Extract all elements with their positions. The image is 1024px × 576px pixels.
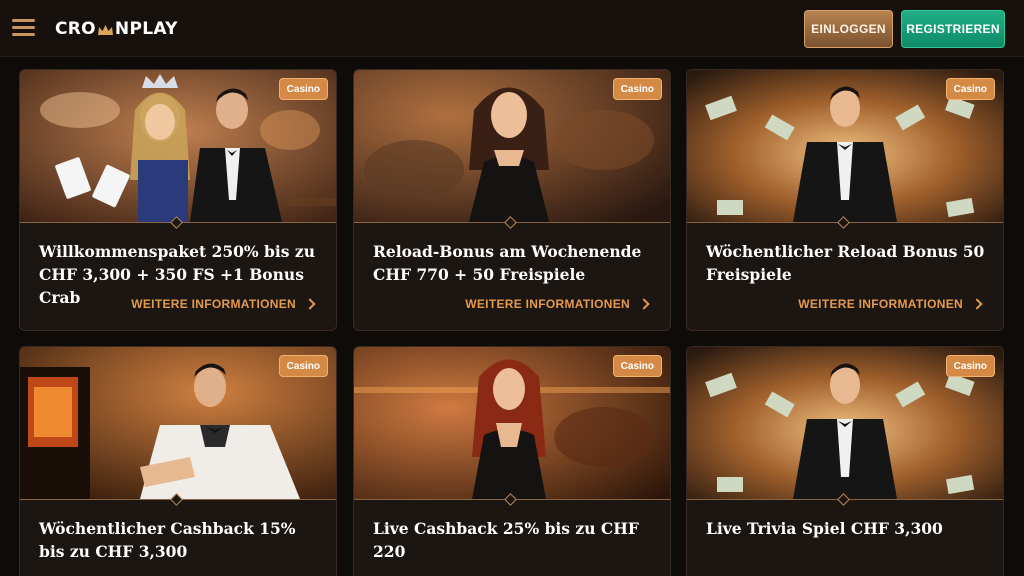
- more-info-link[interactable]: WEITERE INFORMATIONEN: [465, 296, 650, 312]
- promo-card-weekend-reload[interactable]: Casino Reload-Bonus am Wochenende CHF 77…: [353, 69, 671, 331]
- category-badge: Casino: [612, 78, 662, 100]
- promo-card-welcome[interactable]: Casino Willkommenspaket 250% bis zu CHF …: [19, 69, 337, 331]
- more-info-link[interactable]: WEITERE INFORMATIONEN: [131, 296, 316, 312]
- promo-card-weekly-reload[interactable]: Casino Wöchentlicher Reload Bonus 50 Fre…: [686, 69, 1004, 331]
- category-badge: Casino: [945, 355, 995, 377]
- promo-card-live-trivia[interactable]: Casino Live Trivia Spiel CHF 3,300: [686, 346, 1004, 576]
- logo-text-pre: CRO: [55, 19, 96, 39]
- logo-text-post: NPLAY: [114, 19, 178, 39]
- crownplay-logo[interactable]: CRO NPLAY: [55, 17, 178, 41]
- chevron-right-icon: [971, 298, 983, 310]
- category-badge: Casino: [278, 78, 328, 100]
- login-button[interactable]: EINLOGGEN: [804, 10, 893, 48]
- top-header: CRO NPLAY EINLOGGEN REGISTRIEREN: [0, 0, 1024, 57]
- promo-card-live-cashback[interactable]: Casino Live Cashback 25% bis zu CHF 220: [353, 346, 671, 576]
- promo-title: Wöchentlicher Reload Bonus 50 Freispiele: [706, 242, 985, 284]
- register-button[interactable]: REGISTRIEREN: [901, 10, 1005, 48]
- category-badge: Casino: [945, 78, 995, 100]
- chevron-right-icon: [304, 298, 316, 310]
- promo-title: Live Cashback 25% bis zu CHF 220: [373, 519, 639, 561]
- chevron-right-icon: [638, 298, 650, 310]
- more-info-label: WEITERE INFORMATIONEN: [465, 297, 630, 311]
- promo-title: Reload-Bonus am Wochenende CHF 770 + 50 …: [373, 242, 642, 284]
- more-info-label: WEITERE INFORMATIONEN: [798, 297, 963, 311]
- crown-icon: [97, 22, 114, 36]
- menu-icon[interactable]: [12, 19, 35, 37]
- category-badge: Casino: [278, 355, 328, 377]
- promo-title: Wöchentlicher Cashback 15% bis zu CHF 3,…: [39, 519, 296, 561]
- promo-card-weekly-cashback[interactable]: Casino Wöchentlicher Cashback 15% bis zu…: [19, 346, 337, 576]
- category-badge: Casino: [612, 355, 662, 377]
- more-info-link[interactable]: WEITERE INFORMATIONEN: [798, 296, 983, 312]
- promo-title: Live Trivia Spiel CHF 3,300: [706, 519, 943, 538]
- more-info-label: WEITERE INFORMATIONEN: [131, 297, 296, 311]
